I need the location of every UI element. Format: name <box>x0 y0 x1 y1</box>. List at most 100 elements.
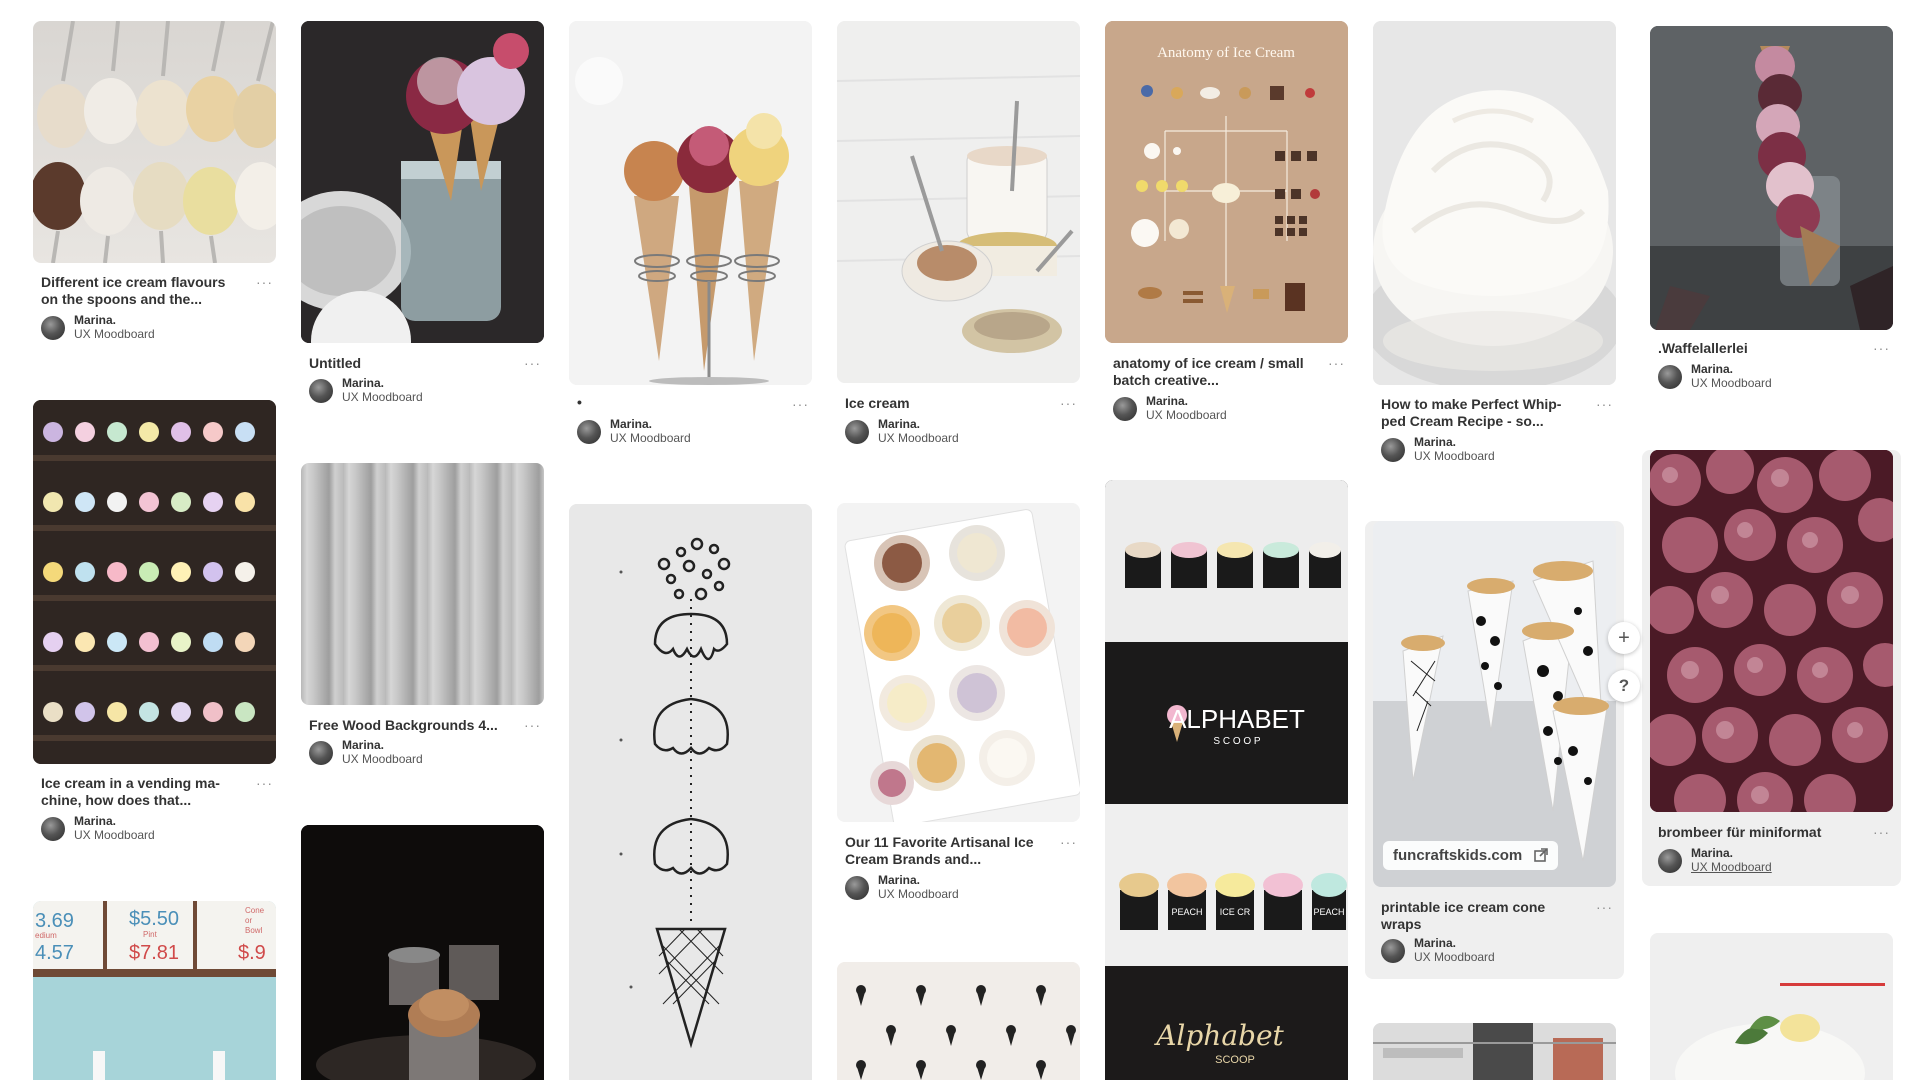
avatar[interactable] <box>1381 438 1405 462</box>
more-options-icon[interactable]: ··· <box>792 397 809 411</box>
avatar[interactable] <box>845 876 869 900</box>
pin-card[interactable]: Anatomy of Ice Cream anatomy of ice crea… <box>1105 21 1348 422</box>
pinner-name[interactable]: Marina. <box>342 739 384 752</box>
pin-card[interactable]: brombeer für miniformat ··· Marina. UX M… <box>1642 450 1901 886</box>
pin-title[interactable]: Ice cream in a vending ma- <box>41 775 220 792</box>
pin-card[interactable]: How to make Perfect Whip- ped Cream Reci… <box>1373 21 1616 471</box>
pinner-name[interactable]: Marina. <box>1691 363 1733 376</box>
pin-card[interactable]: Untitled ··· Marina. UX Moodboard <box>301 21 544 411</box>
more-options-icon[interactable]: ··· <box>524 718 541 732</box>
pin-image[interactable] <box>837 21 1080 383</box>
pin-title[interactable]: Untitled <box>309 355 361 372</box>
pin-image[interactable] <box>837 503 1080 822</box>
more-options-icon[interactable]: ··· <box>256 275 273 289</box>
pin-image[interactable]: funcraftskids.com <box>1373 521 1616 887</box>
pin-card[interactable]: .Waffelallerlei ··· Marina. UX Moodboard <box>1650 26 1893 406</box>
pin-image[interactable] <box>1650 450 1893 812</box>
more-options-icon[interactable]: ··· <box>1596 397 1613 411</box>
pin-title-line2[interactable]: chine, how does that... <box>41 792 191 809</box>
help-button[interactable]: ? <box>1608 670 1640 702</box>
board-name[interactable]: UX Moodboard <box>1414 951 1495 964</box>
pinner-name[interactable]: Marina. <box>1146 395 1188 408</box>
pin-image[interactable] <box>1650 933 1893 1080</box>
more-options-icon[interactable]: ··· <box>1873 341 1890 355</box>
pin-image[interactable]: ALPHABET S C O O P PEACH ICE CR PEACH Al… <box>1105 480 1348 1080</box>
source-link-chip[interactable]: funcraftskids.com <box>1383 841 1559 870</box>
pin-image[interactable] <box>569 504 812 1080</box>
board-name[interactable]: UX Moodboard <box>878 432 959 445</box>
pin-card[interactable]: • ··· Marina. UX Moodboard <box>569 21 812 451</box>
pin-title-line2[interactable]: Cream Brands and... <box>845 851 981 868</box>
pinner-name[interactable]: Marina. <box>878 874 920 887</box>
avatar[interactable] <box>309 379 333 403</box>
avatar[interactable] <box>845 420 869 444</box>
pin-card[interactable]: Ice cream ··· Marina. UX Moodboard <box>837 21 1080 451</box>
more-options-icon[interactable]: ··· <box>1060 396 1077 410</box>
pin-title-line2[interactable]: on the spoons and the... <box>41 291 202 308</box>
pin-title[interactable]: anatomy of ice cream / small <box>1113 355 1304 372</box>
pin-card[interactable]: Ice cream in a vending ma- chine, how do… <box>33 400 276 850</box>
pinner-name[interactable]: Marina. <box>74 815 116 828</box>
pinner-name[interactable]: Marina. <box>1414 937 1456 950</box>
avatar[interactable] <box>1113 397 1137 421</box>
pin-image[interactable] <box>301 463 544 705</box>
avatar[interactable] <box>1658 365 1682 389</box>
avatar[interactable] <box>577 420 601 444</box>
board-name[interactable]: UX Moodboard <box>1414 450 1495 463</box>
pin-image[interactable] <box>33 21 276 263</box>
pinner-name[interactable]: Marina. <box>1691 847 1733 860</box>
avatar[interactable] <box>309 741 333 765</box>
pin-image[interactable] <box>837 962 1080 1080</box>
board-name[interactable]: UX Moodboard <box>1146 409 1227 422</box>
board-name[interactable]: UX Moodboard <box>74 829 155 842</box>
pin-image[interactable] <box>301 21 544 343</box>
pinner-name[interactable]: Marina. <box>610 418 652 431</box>
more-options-icon[interactable]: ··· <box>1328 356 1345 370</box>
pin-image[interactable] <box>1373 1023 1616 1080</box>
board-name[interactable]: UX Moodboard <box>342 391 423 404</box>
pin-card[interactable]: Different ice cream flavours on the spoo… <box>33 21 276 351</box>
pin-image[interactable] <box>33 400 276 764</box>
pin-title[interactable]: Ice cream <box>845 395 910 412</box>
pin-title[interactable]: brombeer für miniformat <box>1658 824 1821 841</box>
board-name[interactable]: UX Moodboard <box>1691 377 1772 390</box>
pin-title-line2[interactable]: ped Cream Recipe - so... <box>1381 413 1544 430</box>
pin-image[interactable]: Anatomy of Ice Cream <box>1105 21 1348 343</box>
avatar[interactable] <box>41 817 65 841</box>
pin-image[interactable] <box>301 825 544 1080</box>
pinner-name[interactable]: Marina. <box>342 377 384 390</box>
board-name[interactable]: UX Moodboard <box>878 888 959 901</box>
pin-title[interactable]: .Waffelallerlei <box>1658 340 1748 357</box>
external-link-icon[interactable] <box>1534 848 1549 862</box>
pin-title[interactable]: printable ice cream cone <box>1381 899 1545 916</box>
pin-title[interactable]: Different ice cream flavours <box>41 274 225 291</box>
pin-title[interactable]: Our 11 Favorite Artisanal Ice <box>845 834 1034 851</box>
avatar[interactable] <box>1658 849 1682 873</box>
pin-card[interactable]: funcraftskids.com printable ice cream co… <box>1365 521 1624 979</box>
board-name[interactable]: UX Moodboard <box>1691 861 1772 874</box>
pin-title[interactable]: • <box>577 394 582 411</box>
add-button[interactable]: + <box>1608 622 1640 654</box>
source-link-text[interactable]: funcraftskids.com <box>1393 847 1522 864</box>
pinner-name[interactable]: Marina. <box>878 418 920 431</box>
more-options-icon[interactable]: ··· <box>524 356 541 370</box>
avatar[interactable] <box>1381 939 1405 963</box>
board-name[interactable]: UX Moodboard <box>74 328 155 341</box>
pin-image[interactable]: 3.69 edium 4.57 $5.50 Pint $7.81 Cone or… <box>33 901 276 1080</box>
pinner-name[interactable]: Marina. <box>74 314 116 327</box>
more-options-icon[interactable]: ··· <box>1873 825 1890 839</box>
pin-image[interactable] <box>569 21 812 385</box>
pin-image[interactable] <box>1650 26 1893 330</box>
more-options-icon[interactable]: ··· <box>1060 835 1077 849</box>
pin-card[interactable]: Our 11 Favorite Artisanal Ice Cream Bran… <box>837 503 1080 913</box>
more-options-icon[interactable]: ··· <box>1596 900 1613 914</box>
pin-title[interactable]: Free Wood Backgrounds 4... <box>309 717 498 734</box>
pin-card[interactable]: Free Wood Backgrounds 4... ··· Marina. U… <box>301 463 544 773</box>
board-name[interactable]: UX Moodboard <box>610 432 691 445</box>
avatar[interactable] <box>41 316 65 340</box>
pin-image[interactable] <box>1373 21 1616 385</box>
pin-title-line2[interactable]: batch creative... <box>1113 372 1219 389</box>
pin-title[interactable]: How to make Perfect Whip- <box>1381 396 1561 413</box>
pinner-name[interactable]: Marina. <box>1414 436 1456 449</box>
pin-title-line2[interactable]: wraps <box>1381 916 1421 933</box>
